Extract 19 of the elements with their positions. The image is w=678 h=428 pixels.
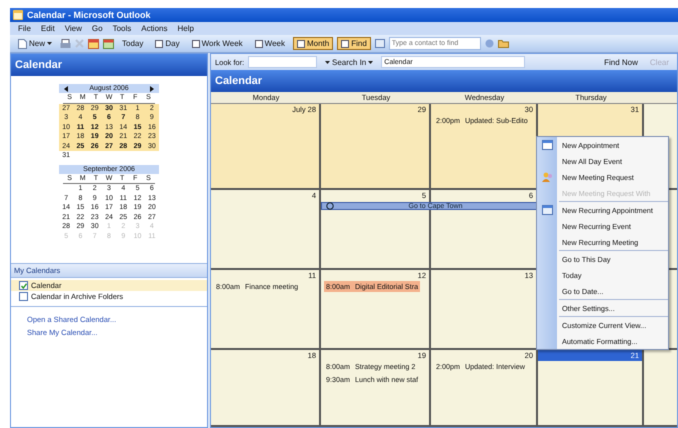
- view-button[interactable]: Work Week: [188, 37, 247, 50]
- menu-item[interactable]: File: [18, 24, 31, 33]
- view-button[interactable]: Month: [292, 37, 334, 50]
- new-button[interactable]: New: [14, 36, 56, 50]
- view-button[interactable]: Week: [250, 37, 289, 50]
- find-now-button[interactable]: Find Now: [600, 56, 642, 68]
- pane-header: Calendar: [211, 70, 677, 92]
- pane-header: Calendar: [11, 54, 207, 76]
- view-button[interactable]: Today: [118, 37, 148, 50]
- menu-item[interactable]: Go: [92, 24, 103, 33]
- menu-item[interactable]: Help: [177, 24, 194, 33]
- menu-item[interactable]: Actions: [141, 24, 168, 33]
- search-in-button[interactable]: Search In: [321, 56, 378, 68]
- window-title: Calendar - Microsoft Outlook: [27, 10, 151, 20]
- view-button[interactable]: Find: [337, 37, 371, 50]
- menu-item[interactable]: View: [64, 24, 82, 33]
- menu-item[interactable]: Edit: [40, 24, 55, 33]
- menu-item[interactable]: Tools: [112, 24, 132, 33]
- view-button[interactable]: Day: [151, 37, 184, 50]
